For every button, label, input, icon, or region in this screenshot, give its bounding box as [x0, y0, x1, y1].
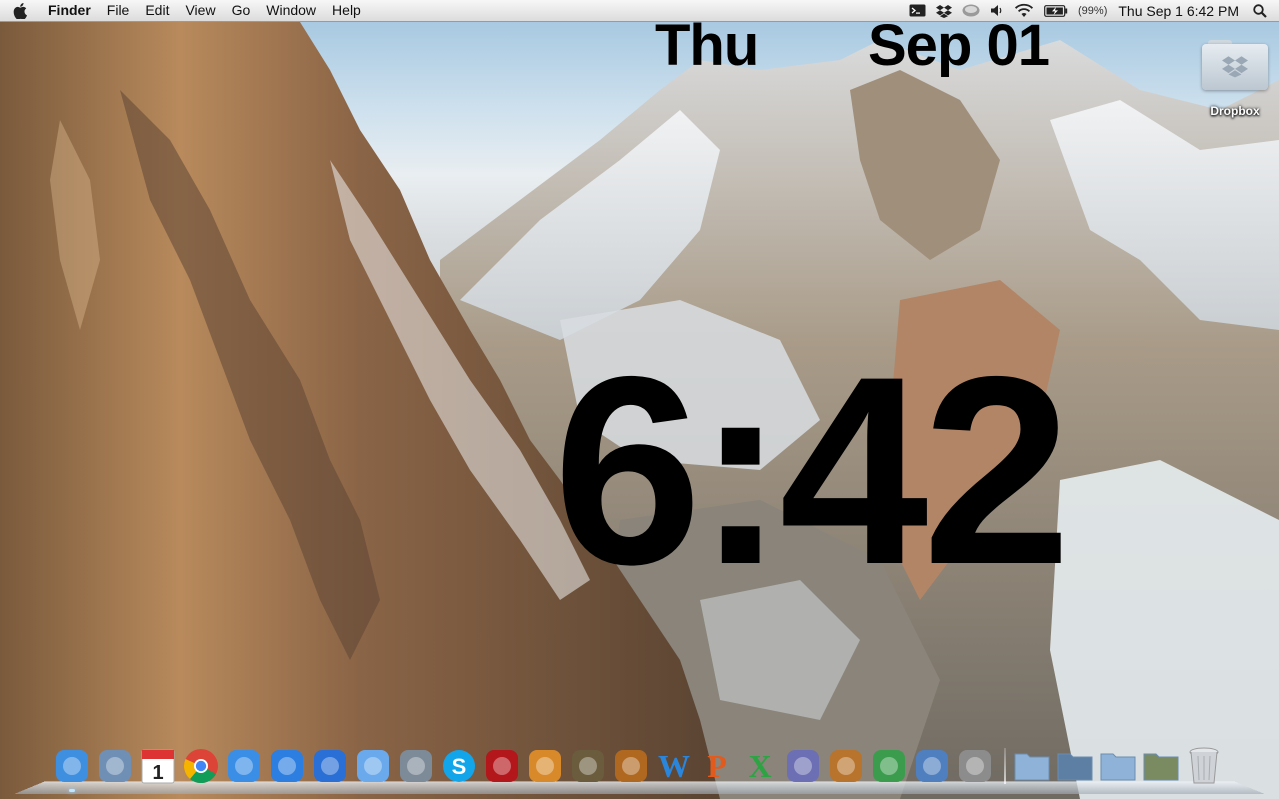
chrome-icon[interactable] [181, 746, 221, 786]
volume-icon[interactable] [985, 0, 1009, 21]
battery-icon[interactable] [1039, 0, 1073, 21]
menu-help[interactable]: Help [324, 0, 369, 21]
dock: 1 S WPX [52, 742, 1227, 792]
clock-widget-time: 6:42 [553, 320, 1071, 620]
running-indicator [69, 789, 75, 792]
safari-icon[interactable] [224, 746, 264, 786]
spotlight-search-icon[interactable] [1247, 0, 1279, 21]
numbers-icon[interactable] [869, 746, 909, 786]
word-icon[interactable]: W [654, 746, 694, 786]
menu-view[interactable]: View [177, 0, 223, 21]
status-menus: (99%) Thu Sep 1 6:42 PM [904, 0, 1279, 21]
battery-percent: (99%) [1078, 4, 1108, 17]
itunes-icon[interactable] [310, 746, 350, 786]
app-store-icon[interactable] [267, 746, 307, 786]
trash-icon[interactable] [1184, 746, 1224, 786]
clock-widget-date: Sep 01 [868, 13, 1050, 78]
script-editor-icon[interactable] [783, 746, 823, 786]
svg-text:S: S [452, 754, 467, 779]
menu-window[interactable]: Window [258, 0, 324, 21]
menu-go[interactable]: Go [224, 0, 259, 21]
keynote-icon[interactable] [826, 746, 866, 786]
excel-icon[interactable]: X [740, 746, 780, 786]
apple-menu-icon[interactable] [0, 2, 40, 19]
applications-folder-icon[interactable] [1012, 746, 1052, 786]
mail-icon[interactable] [95, 746, 135, 786]
calendar-icon[interactable]: 1 [138, 746, 178, 786]
powerpoint-icon[interactable]: P [697, 746, 737, 786]
preview-icon[interactable] [912, 746, 952, 786]
garageband-icon[interactable] [611, 746, 651, 786]
photo-booth-icon[interactable] [482, 746, 522, 786]
messages-icon[interactable] [353, 746, 393, 786]
dropbox-folder-icon [1202, 38, 1268, 92]
desktop-icon-label: Dropbox [1210, 104, 1260, 118]
iphoto-icon[interactable] [525, 746, 565, 786]
documents-folder-icon[interactable] [1098, 746, 1138, 786]
imovie-icon[interactable] [568, 746, 608, 786]
menubar-clock[interactable]: Thu Sep 1 6:42 PM [1112, 0, 1247, 21]
menu-edit[interactable]: Edit [137, 0, 177, 21]
skype-icon[interactable]: S [439, 746, 479, 786]
time-machine-icon[interactable] [957, 0, 985, 21]
system-preferences-icon[interactable] [955, 746, 995, 786]
dock-separator[interactable] [1004, 748, 1006, 784]
svg-text:1: 1 [152, 762, 163, 784]
menu-bar: Finder File Edit View Go Window Help (99… [0, 0, 1279, 22]
screenshots-stack-icon[interactable] [1055, 746, 1095, 786]
downloads-stack-icon[interactable] [1141, 746, 1181, 786]
clock-widget-day: Thu [655, 13, 759, 78]
terminal-icon[interactable] [904, 0, 931, 21]
desktop-icon-dropbox[interactable]: Dropbox [1196, 38, 1274, 118]
menu-finder[interactable]: Finder [40, 0, 99, 21]
dropbox-icon[interactable] [931, 0, 957, 21]
menu-file[interactable]: File [99, 0, 138, 21]
finder-icon[interactable] [52, 746, 92, 792]
wifi-icon[interactable] [1009, 0, 1039, 21]
facetime-icon[interactable] [396, 746, 436, 786]
